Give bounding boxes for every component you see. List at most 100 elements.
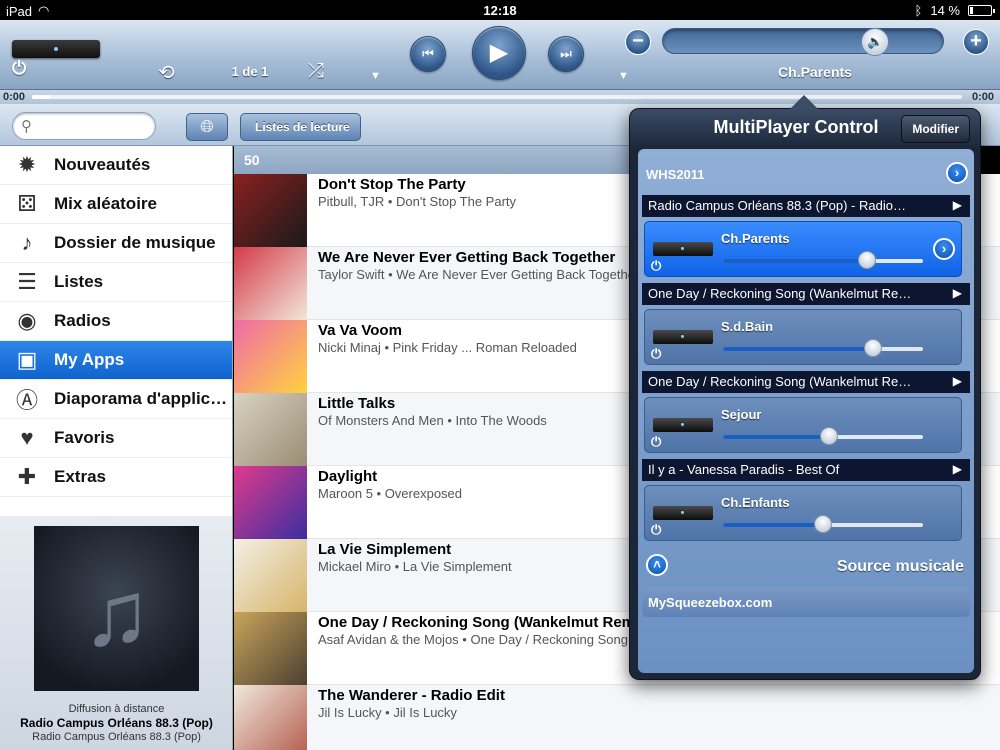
- player-volume-knob[interactable]: [814, 515, 832, 533]
- volume-up-button[interactable]: +: [963, 29, 989, 55]
- next-button[interactable]: ⏭: [548, 36, 584, 72]
- group-now-playing-text: One Day / Reckoning Song (Wankelmut Re…: [648, 374, 912, 389]
- sidebar-item[interactable]: ✹ Nouveautés: [0, 146, 232, 185]
- player-device-image: [653, 242, 713, 256]
- server-name: WHS2011: [646, 167, 705, 182]
- total-time: 0:00: [971, 91, 994, 103]
- group-now-playing-bar[interactable]: One Day / Reckoning Song (Wankelmut Re… ▶: [642, 371, 970, 393]
- battery-icon: [968, 5, 995, 16]
- now-playing-status: Diffusion à distance: [68, 703, 165, 715]
- sidebar-item[interactable]: ▣ My Apps: [0, 341, 232, 380]
- song-title: Daylight: [318, 468, 378, 485]
- play-icon[interactable]: ▶: [953, 198, 962, 212]
- search-input[interactable]: [39, 117, 149, 135]
- album-art: ♫: [34, 526, 199, 691]
- chevron-right-icon[interactable]: ›: [946, 162, 968, 184]
- list-count-header: 50: [234, 146, 634, 174]
- power-icon[interactable]: ⏻: [12, 58, 26, 79]
- heart-icon: ♥: [20, 425, 34, 450]
- bluetooth-icon: ᛒ: [914, 3, 923, 18]
- sidebar-item[interactable]: ♪ Dossier de musique: [0, 224, 232, 263]
- search-icon: ⚲: [21, 118, 32, 135]
- player-card[interactable]: ⏻ Ch.Enfants: [644, 485, 962, 541]
- modify-button[interactable]: Modifier: [901, 115, 970, 143]
- current-player-name[interactable]: Ch.Parents: [740, 64, 890, 80]
- album-cover: [234, 393, 307, 466]
- player-volume-slider[interactable]: [723, 515, 923, 533]
- album-cover: [234, 466, 307, 539]
- source-item[interactable]: MySqueezebox.com: [642, 587, 970, 617]
- globe-button[interactable]: 🌐︎: [186, 113, 228, 141]
- player-name: S.d.Bain: [721, 319, 774, 334]
- shuffle-icon[interactable]: ⤮: [308, 60, 324, 83]
- play-button[interactable]: ▶: [472, 26, 526, 80]
- player-volume-slider[interactable]: [723, 251, 923, 269]
- source-row[interactable]: ˄ Source musicale: [638, 549, 974, 585]
- sidebar-item[interactable]: ⚄ Mix aléatoire: [0, 185, 232, 224]
- sidebar-item-label: Listes: [54, 272, 104, 291]
- battery-percent: 14 %: [930, 3, 960, 18]
- sidebar-item-label: My Apps: [54, 350, 125, 369]
- song-meta: Of Monsters And Men • Into The Woods: [318, 413, 547, 428]
- track-counter: 1 de 1: [231, 64, 269, 79]
- play-icon[interactable]: ▶: [953, 286, 962, 300]
- album-cover: [234, 247, 307, 320]
- player-select-chevron-icon[interactable]: ▼: [618, 70, 629, 82]
- chevron-down-icon[interactable]: ▼: [370, 70, 381, 82]
- player-volume-knob[interactable]: [858, 251, 876, 269]
- power-icon[interactable]: ⏻: [651, 346, 661, 362]
- sidebar-item[interactable]: ✚ Extras: [0, 458, 232, 497]
- dice-icon: ⚄: [17, 191, 37, 216]
- group-now-playing-bar[interactable]: Il y a - Vanessa Paradis - Best Of ▶: [642, 459, 970, 481]
- power-icon[interactable]: ⏻: [651, 258, 661, 274]
- server-row[interactable]: WHS2011 ›: [638, 159, 974, 189]
- sidebar: ✹ Nouveautés ⚄ Mix aléatoire ♪ Dossier de mus…: [0, 146, 233, 516]
- now-playing-panel[interactable]: ♫ Diffusion à distance Radio Campus Orlé…: [0, 516, 233, 750]
- player-card[interactable]: ⏻ S.d.Bain: [644, 309, 962, 365]
- volume-slider[interactable]: 🔈: [662, 28, 944, 56]
- chevron-up-icon[interactable]: ˄: [646, 554, 668, 576]
- player-volume-knob[interactable]: [864, 339, 882, 357]
- search-box[interactable]: ⚲: [12, 112, 156, 140]
- player-name: Sejour: [721, 407, 762, 422]
- progress-track[interactable]: [32, 95, 962, 99]
- sidebar-item[interactable]: ♥ Favoris: [0, 419, 232, 458]
- song-title: Little Talks: [318, 395, 396, 412]
- album-cover: [234, 612, 307, 685]
- player-card[interactable]: ⏻ Sejour: [644, 397, 962, 453]
- power-icon[interactable]: ⏻: [651, 522, 661, 538]
- repeat-icon[interactable]: ⟲: [158, 60, 175, 85]
- player-volume-slider[interactable]: [723, 339, 923, 357]
- volume-knob[interactable]: 🔈: [861, 28, 890, 56]
- song-title: One Day / Reckoning Song (Wankelmut Rem: [318, 614, 635, 631]
- song-row[interactable]: The Wanderer - Radio Edit Jil Is Lucky • …: [234, 685, 1000, 750]
- radio-icon: ◉: [17, 308, 37, 333]
- chevron-right-icon[interactable]: ›: [933, 238, 955, 260]
- player-volume-knob[interactable]: [820, 427, 838, 445]
- group-now-playing-bar[interactable]: Radio Campus Orléans 88.3 (Pop) - Radio……: [642, 195, 970, 217]
- player-card[interactable]: ⏻ Ch.Parents ›: [644, 221, 962, 277]
- player-volume-fill: [723, 259, 867, 263]
- back-button[interactable]: Listes de lecture: [240, 113, 361, 141]
- previous-button[interactable]: ⏮: [410, 36, 446, 72]
- player-device-image[interactable]: [12, 40, 100, 58]
- group-now-playing-bar[interactable]: One Day / Reckoning Song (Wankelmut Re… ▶: [642, 283, 970, 305]
- sidebar-item[interactable]: ◉ Radios: [0, 302, 232, 341]
- clock: 12:18: [483, 3, 517, 18]
- progress-fill: [32, 95, 51, 99]
- player-volume-slider[interactable]: [723, 427, 923, 445]
- sidebar-item-label: Mix aléatoire: [54, 194, 157, 213]
- album-cover: [234, 174, 307, 247]
- player-name: Ch.Parents: [721, 231, 790, 246]
- multiplayer-popover: MultiPlayer Control Modifier WHS2011 › R…: [629, 95, 981, 680]
- player-header: ⏻ ⟲ 1 de 1 ⤮ ▼ ⏮ ▶ ⏭ − 🔈 + ▼ Ch.Parents: [0, 20, 1000, 90]
- player-volume-fill: [723, 435, 829, 439]
- sidebar-item[interactable]: Ⓐ Diaporama d'applic…: [0, 380, 232, 419]
- play-icon[interactable]: ▶: [953, 374, 962, 388]
- volume-down-button[interactable]: −: [625, 29, 651, 55]
- play-icon[interactable]: ▶: [953, 462, 962, 476]
- power-icon[interactable]: ⏻: [651, 434, 661, 450]
- popover-body: WHS2011 › Radio Campus Orléans 88.3 (Pop…: [638, 149, 974, 673]
- sidebar-item-label: Nouveautés: [54, 155, 151, 174]
- sidebar-item[interactable]: ☰ Listes: [0, 263, 232, 302]
